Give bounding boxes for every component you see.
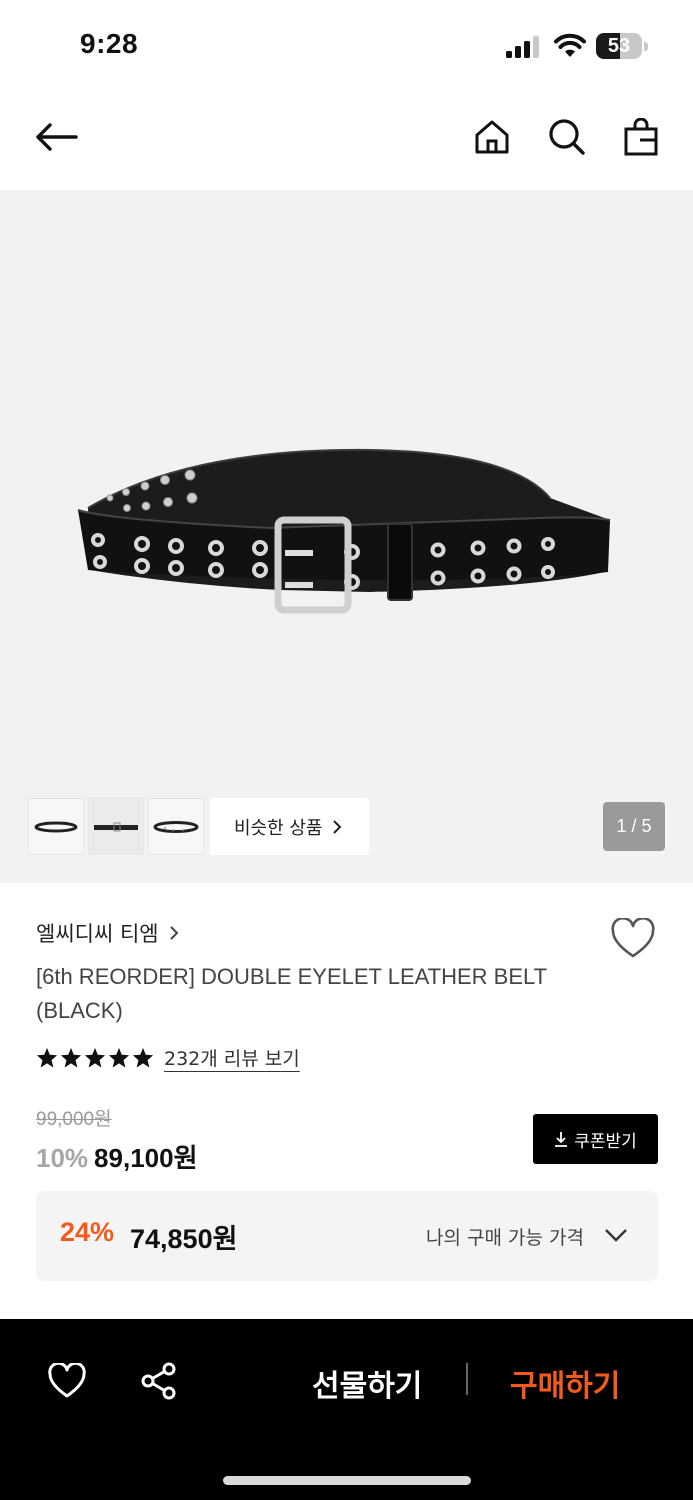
home-icon[interactable] [469,114,515,160]
product-image-gallery[interactable]: 비슷한 상품 1 / 5 [0,190,693,883]
discount-rate: 10% [36,1143,89,1173]
star-icon [108,1047,130,1068]
battery-level-text: 53 [607,35,631,57]
thumbnail-strip: 비슷한 상품 [28,798,369,855]
my-discount-rate: 24% [60,1217,115,1247]
coupon-download-button[interactable]: 쿠폰받기 [533,1114,658,1164]
product-image-belt [77,448,611,614]
home-indicator [223,1476,471,1485]
bottom-divider [466,1363,468,1395]
search-icon[interactable] [544,114,590,160]
gift-button[interactable]: 선물하기 [312,1361,422,1405]
star-icon [132,1047,154,1068]
chevron-down-icon [605,1229,627,1242]
star-icon [84,1047,106,1068]
star-icon [36,1047,58,1068]
similar-products-label: 비슷한 상품 [234,817,323,839]
shopping-bag-icon[interactable] [618,114,664,160]
product-title: [6th REORDER] DOUBLE EYELET LEATHER BELT… [36,964,547,1023]
bottom-action-bar: 선물하기 구매하기 [0,1319,693,1500]
wishlist-heart-icon[interactable] [610,916,656,962]
original-price: 99,000원 [36,1109,112,1130]
my-price-label: 나의 구매 가능 가격 [426,1227,584,1249]
battery-indicator: 53 [596,33,648,59]
similar-products-button[interactable]: 비슷한 상품 [210,798,369,855]
download-icon [555,1132,568,1147]
review-link[interactable]: 232개 리뷰 보기 [164,1044,300,1071]
my-price-box[interactable]: 24% 74,850원 나의 구매 가능 가격 [36,1191,658,1281]
rating-stars [36,1047,154,1068]
thumbnail-1[interactable] [28,798,84,855]
brand-link[interactable]: 엘씨디씨 티엠 [36,918,179,948]
wifi-icon [554,33,586,57]
buy-button[interactable]: 구매하기 [510,1361,620,1405]
coupon-label: 쿠폰받기 [574,1131,637,1152]
back-arrow-icon[interactable] [33,114,79,160]
my-price: 74,850원 [130,1224,238,1254]
top-nav [0,100,693,180]
chevron-right-icon [332,819,341,834]
price-row: 10% 89,100원 [36,1138,198,1175]
status-time: 9:28 [80,28,139,59]
thumbnail-3[interactable] [148,798,204,855]
star-icon [60,1047,82,1068]
brand-name: 엘씨디씨 티엠 [36,922,159,946]
sale-price: 89,100원 [94,1143,198,1173]
status-bar: 9:28 53 [0,0,693,90]
wishlist-heart-icon[interactable] [45,1359,89,1403]
image-page-counter: 1 / 5 [603,802,665,851]
chevron-right-icon [169,926,179,940]
thumbnail-2[interactable] [88,798,144,855]
rating-row: 232개 리뷰 보기 [36,1044,300,1071]
share-icon[interactable] [137,1359,181,1403]
cellular-signal-icon [506,36,539,58]
